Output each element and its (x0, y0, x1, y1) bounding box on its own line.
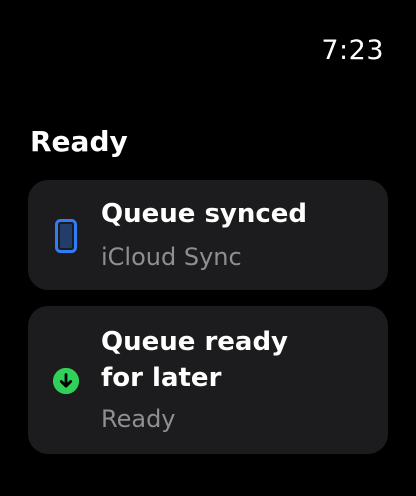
notification-title-line-1: Queue ready (101, 327, 289, 357)
section-title: Ready (30, 125, 128, 158)
notification-title: Queue synced (101, 199, 308, 229)
notification-subtitle: Ready (101, 405, 176, 433)
notification-card-queue-synced[interactable]: Queue synced iCloud Sync (28, 180, 388, 290)
notification-subtitle: iCloud Sync (101, 243, 242, 271)
notification-title-line-2: for later (101, 363, 222, 393)
download-icon (52, 364, 80, 398)
clock: 7:23 (321, 35, 384, 66)
phone-icon (52, 218, 80, 254)
notification-card-queue-ready[interactable]: Queue ready for later Ready (28, 306, 388, 454)
